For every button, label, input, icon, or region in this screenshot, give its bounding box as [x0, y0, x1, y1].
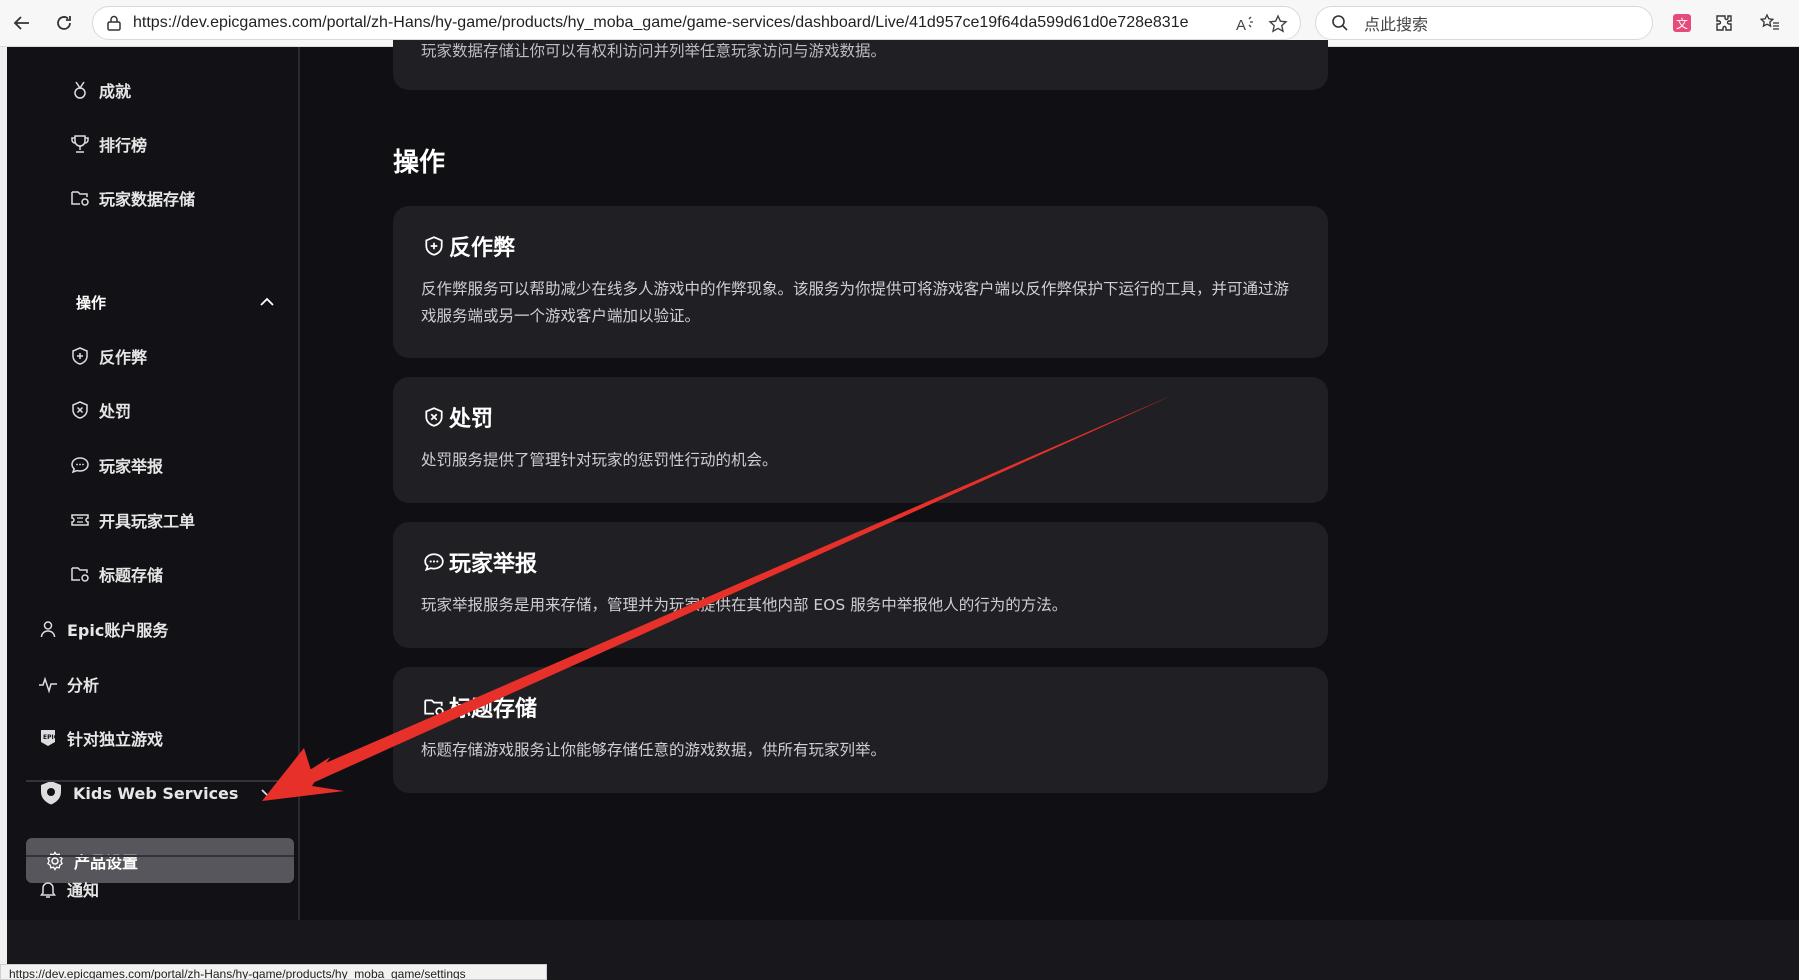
chevron-down-icon[interactable]: [259, 784, 277, 802]
shield-x-icon: [421, 404, 447, 430]
chat-bubble-icon: [69, 454, 91, 476]
ticket-icon: [69, 509, 91, 531]
sidebar-item-label: 成就: [99, 82, 132, 101]
card-description: 处罚服务提供了管理针对玩家的惩罚性行动的机会。: [421, 451, 778, 469]
sidebar-item-anti-cheat[interactable]: 反作弊: [69, 336, 147, 376]
read-aloud-icon[interactable]: A: [1234, 13, 1256, 35]
sidebar-section-operations[interactable]: 操作: [76, 284, 276, 320]
card-title: 处罚: [421, 401, 493, 433]
sidebar-item-player-data-storage[interactable]: 玩家数据存储: [69, 178, 195, 218]
sidebar-item-label: 针对独立游戏: [67, 730, 164, 749]
shield-plus-icon: [69, 345, 91, 367]
sidebar-item-title-storage[interactable]: 标题存储: [69, 554, 163, 594]
trophy-icon: [69, 133, 91, 155]
search-placeholder: 点此搜索: [1364, 15, 1429, 34]
bell-icon: [37, 878, 59, 900]
pulse-icon: [37, 673, 59, 695]
kws-shield-icon: [37, 779, 65, 807]
search-icon: [1330, 13, 1350, 33]
sidebar-item-label: 反作弊: [99, 348, 148, 367]
card-description: 玩家数据存储让你可以有权利访问并列举任意玩家访问与游戏数据。: [421, 42, 887, 60]
status-bar-url: https://dev.epicgames.com/portal/zh-Hans…: [0, 964, 547, 980]
sidebar-item-player-ticketing[interactable]: 开具玩家工单: [69, 500, 195, 540]
sidebar-item-label: 通知: [67, 881, 100, 900]
epic-logo-icon: EPIC: [37, 727, 59, 749]
medal-icon: [69, 79, 91, 101]
svg-text:文: 文: [1676, 16, 1688, 31]
extensions-icon[interactable]: [1710, 9, 1738, 37]
shield-x-icon: [69, 399, 91, 421]
svg-text:A: A: [1236, 17, 1246, 33]
sidebar-item-label: 玩家数据存储: [99, 190, 196, 209]
sidebar-item-leaderboards[interactable]: 排行榜: [69, 124, 147, 164]
card-title: 玩家举报: [421, 546, 537, 578]
sidebar-item-label: Epic账户服务: [67, 621, 169, 640]
sidebar-item-indie-games[interactable]: EPIC 针对独立游戏: [37, 718, 163, 758]
sidebar-item-label: 排行榜: [99, 136, 148, 155]
sidebar: 成就 排行榜 玩家数据存储 操作 反作弊 处罚 玩家举报 开具玩家工单 标题存储…: [7, 47, 300, 920]
sidebar-item-label: 开具玩家工单: [99, 512, 196, 531]
card-title-text: 标题存储: [449, 697, 538, 722]
window-edge: [0, 47, 7, 980]
sidebar-item-player-reports[interactable]: 玩家举报: [69, 445, 163, 485]
sidebar-item-sanctions[interactable]: 处罚: [69, 390, 131, 430]
search-box[interactable]: 点此搜索: [1315, 6, 1653, 40]
chat-bubble-icon: [421, 549, 447, 575]
folder-gear-icon: [421, 694, 447, 720]
card-title-text: 反作弊: [449, 236, 516, 261]
sidebar-item-label: 玩家举报: [99, 457, 164, 476]
shield-plus-icon: [421, 233, 447, 259]
card-description: 标题存储游戏服务让你能够存储任意的游戏数据，供所有玩家列举。: [421, 741, 887, 759]
card-title-storage[interactable]: 标题存储 标题存储游戏服务让你能够存储任意的游戏数据，供所有玩家列举。: [393, 667, 1328, 793]
user-icon: [37, 618, 59, 640]
folder-gear-icon: [69, 563, 91, 585]
card-description: 玩家举报服务是用来存储，管理并为玩家提供在其他内部 EOS 服务中举报他人的行为…: [421, 596, 1068, 614]
reload-button[interactable]: [50, 9, 78, 37]
chevron-up-icon: [260, 297, 274, 306]
card-description: 反作弊服务可以帮助减少在线多人游戏中的作弊现象。该服务为你提供可将游戏客户端以反…: [421, 280, 1290, 325]
sidebar-item-kids-web-services[interactable]: Kids Web Services: [37, 773, 277, 813]
card-player-reports[interactable]: 玩家举报 玩家举报服务是用来存储，管理并为玩家提供在其他内部 EOS 服务中举报…: [393, 522, 1328, 648]
sidebar-divider: [26, 780, 294, 782]
sidebar-item-analytics[interactable]: 分析: [37, 664, 99, 704]
sidebar-item-label: 处罚: [99, 402, 132, 421]
sidebar-divider: [26, 855, 294, 857]
section-title: 操作: [393, 148, 446, 178]
sidebar-item-label: Kids Web Services: [73, 783, 239, 803]
card-sanctions[interactable]: 处罚 处罚服务提供了管理针对玩家的惩罚性行动的机会。: [393, 377, 1328, 503]
back-button[interactable]: [8, 9, 36, 37]
favorite-star-icon[interactable]: [1267, 13, 1289, 35]
svg-text:EPIC: EPIC: [43, 734, 58, 741]
sidebar-item-label: 分析: [67, 676, 100, 695]
card-player-data-storage[interactable]: 玩家数据存储让你可以有权利访问并列举任意玩家访问与游戏数据。: [393, 40, 1328, 90]
card-title-text: 玩家举报: [449, 552, 538, 577]
url-text[interactable]: https://dev.epicgames.com/portal/zh-Hans…: [133, 14, 1213, 32]
translate-extension-icon[interactable]: 文: [1668, 9, 1696, 37]
sidebar-item-epic-account-services[interactable]: Epic账户服务: [37, 609, 168, 649]
card-title: 标题存储: [421, 691, 537, 723]
address-bar[interactable]: https://dev.epicgames.com/portal/zh-Hans…: [92, 6, 1301, 40]
card-anti-cheat[interactable]: 反作弊 反作弊服务可以帮助减少在线多人游戏中的作弊现象。该服务为你提供可将游戏客…: [393, 206, 1328, 358]
sidebar-item-label: 标题存储: [99, 566, 164, 585]
sidebar-item-notifications[interactable]: 通知: [37, 869, 99, 909]
folder-gear-icon: [69, 187, 91, 209]
section-label: 操作: [76, 293, 107, 312]
favorites-list-icon[interactable]: [1756, 9, 1784, 37]
sidebar-item-achievements[interactable]: 成就: [69, 70, 131, 110]
card-title: 反作弊: [421, 230, 515, 262]
site-info-icon[interactable]: [103, 12, 125, 34]
card-title-text: 处罚: [449, 407, 494, 432]
reload-icon: [57, 16, 71, 30]
back-arrow-icon: [13, 16, 29, 30]
